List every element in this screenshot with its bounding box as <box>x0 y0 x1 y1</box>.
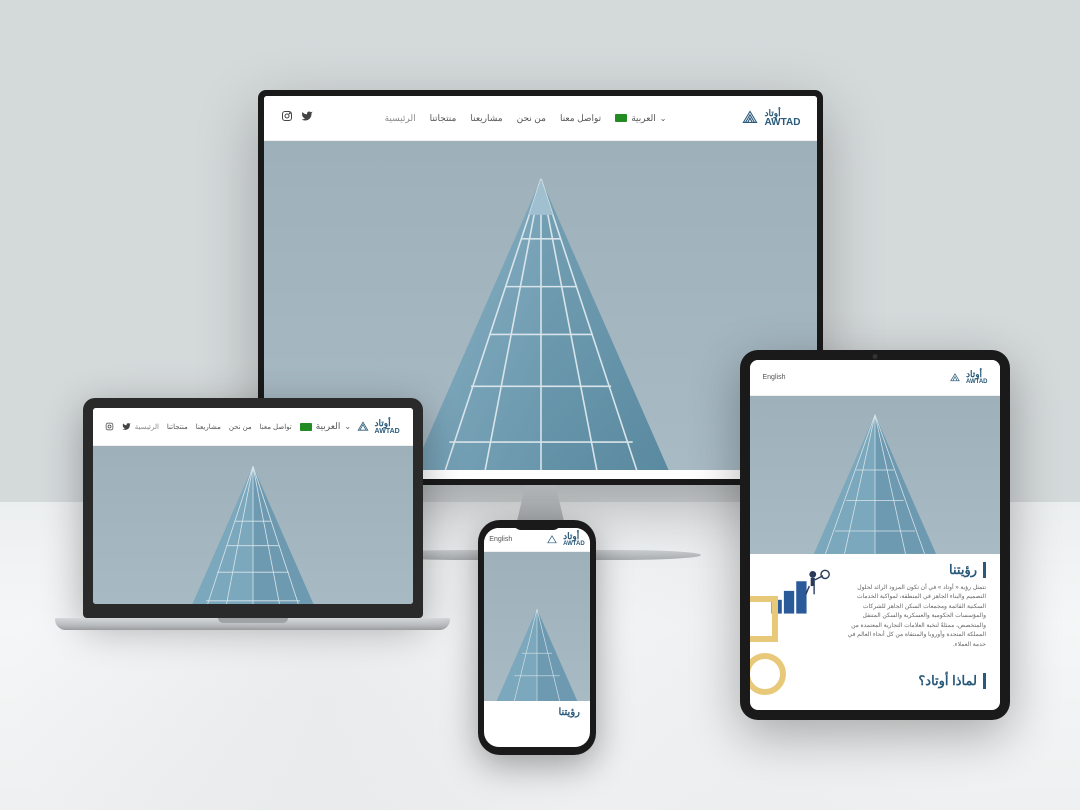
vision-title: رؤيتنا <box>484 701 590 724</box>
phone-notch <box>513 520 561 530</box>
language-selector[interactable]: ⌄ العربية <box>300 421 351 432</box>
accent-square-icon <box>750 594 780 644</box>
tablet: English أوتادAWTAD <box>740 350 1010 720</box>
nav-products[interactable]: منتجاتنا <box>167 423 188 431</box>
nav-projects[interactable]: مشاريعنا <box>470 113 502 124</box>
flag-icon <box>615 114 627 122</box>
chevron-down-icon: ⌄ <box>344 422 351 431</box>
chevron-down-icon: ⌄ <box>660 114 667 123</box>
nav-contact[interactable]: تواصل معنا <box>560 113 601 124</box>
main-nav: ⌄ العربية تواصل معنا من نحن مشاريعنا منت… <box>135 421 351 432</box>
hero-building-icon <box>487 564 588 701</box>
nav-contact[interactable]: تواصل معنا <box>260 423 292 431</box>
language-toggle[interactable]: English <box>489 536 512 543</box>
language-selector[interactable]: ⌄ العربية <box>615 113 666 124</box>
nav-projects[interactable]: مشاريعنا <box>196 423 221 431</box>
site-header: ⌄ العربية تواصل معنا من نحن مشاريعنا منت… <box>93 408 413 446</box>
logo-text: أوتادAWTAD <box>563 532 585 547</box>
phone: English أوتادAWTAD <box>478 520 596 755</box>
vision-section: رؤيتنا تتمثل رؤية « أوتاد » في أن تكون ا… <box>750 554 1000 659</box>
language-toggle[interactable]: English <box>763 374 786 381</box>
why-title: لماذا أوتاد؟ <box>764 673 986 689</box>
nav-home[interactable]: الرئيسية <box>385 113 416 124</box>
logo-text: أوتادAWTAD <box>375 419 400 435</box>
site-header: ⌄ العربية تواصل معنا من نحن مشاريعنا منت… <box>264 96 817 141</box>
twitter-icon[interactable] <box>122 418 131 436</box>
main-nav: ⌄ العربية تواصل معنا من نحن مشاريعنا منت… <box>385 113 667 124</box>
logo-icon <box>545 533 559 547</box>
logo-icon <box>739 107 761 129</box>
nav-about[interactable]: من نحن <box>517 113 546 124</box>
why-section: لماذا أوتاد؟ <box>750 659 1000 703</box>
tablet-viewport: English أوتادAWTAD <box>750 360 1000 710</box>
hero-section <box>484 552 590 701</box>
laptop-bezel: ⌄ العربية تواصل معنا من نحن مشاريعنا منت… <box>83 398 423 618</box>
logo-icon <box>948 371 962 385</box>
twitter-icon[interactable] <box>301 109 313 127</box>
social-links <box>105 418 131 436</box>
logo-text: أوتادAWTAD <box>966 370 988 385</box>
hero-building-icon <box>769 409 982 554</box>
brand-logo[interactable]: أوتادAWTAD <box>948 370 988 385</box>
brand-logo[interactable]: أوتادAWTAD <box>739 107 801 129</box>
device-mockup-scene: ⌄ العربية تواصل معنا من نحن مشاريعنا منت… <box>0 0 1080 810</box>
brand-logo[interactable]: أوتادAWTAD <box>355 419 400 435</box>
site-header: English أوتادAWTAD <box>750 360 1000 396</box>
hero-building-icon <box>133 460 373 604</box>
nav-about[interactable]: من نحن <box>229 423 252 431</box>
laptop: ⌄ العربية تواصل معنا من نحن مشاريعنا منت… <box>55 398 450 673</box>
vision-text: تتمثل رؤية « أوتاد » في أن تكون المزود ا… <box>844 584 986 651</box>
phone-viewport: English أوتادAWTAD <box>484 528 590 747</box>
accent-circle-icon <box>750 649 790 699</box>
social-links <box>281 109 313 127</box>
nav-home[interactable]: الرئيسية <box>135 423 159 431</box>
flag-icon <box>300 423 312 431</box>
brand-logo[interactable]: أوتادAWTAD <box>545 532 585 547</box>
logo-text: أوتادAWTAD <box>765 109 801 128</box>
nav-products[interactable]: منتجاتنا <box>430 113 457 124</box>
instagram-icon[interactable] <box>105 418 114 436</box>
hero-section <box>93 446 413 604</box>
tablet-camera <box>873 354 878 359</box>
vision-title: رؤيتنا <box>844 562 986 578</box>
instagram-icon[interactable] <box>281 109 293 127</box>
laptop-base <box>55 618 450 630</box>
lang-label: العربية <box>316 421 341 432</box>
logo-icon <box>355 419 371 435</box>
laptop-viewport: ⌄ العربية تواصل معنا من نحن مشاريعنا منت… <box>93 408 413 604</box>
hero-section <box>750 396 1000 554</box>
site-header: English أوتادAWTAD <box>484 528 590 552</box>
lang-label: العربية <box>631 113 656 124</box>
